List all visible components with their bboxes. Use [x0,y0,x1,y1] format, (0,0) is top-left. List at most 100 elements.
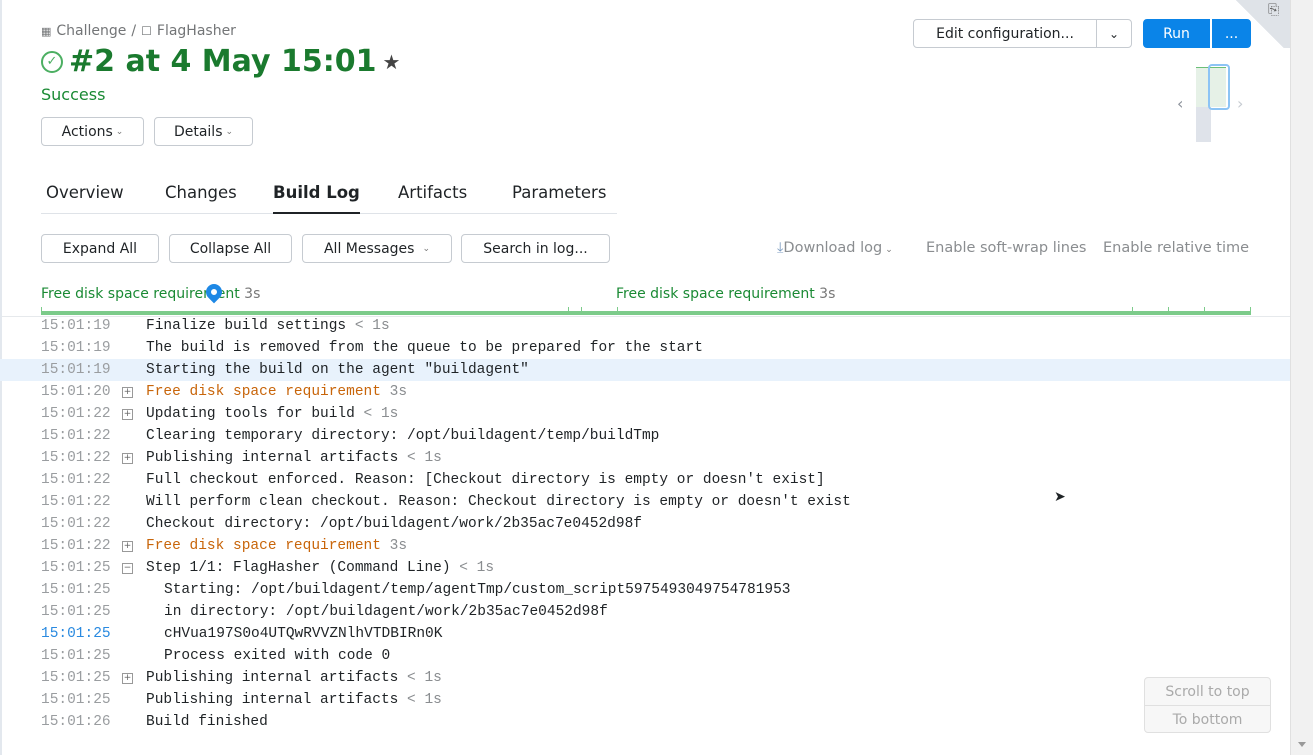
log-message: Updating tools for build < 1s [146,403,398,425]
expand-icon[interactable]: + [122,673,133,684]
log-line[interactable]: 15:01:26 Build finished [0,711,1290,733]
timeline-stage-duration: 3s [819,286,836,302]
log-line[interactable]: 15:01:25 Starting: /opt/buildagent/temp/a… [0,579,1290,601]
log-message-text: Checkout directory: /opt/buildagent/work… [146,516,642,532]
search-in-log-button[interactable]: Search in log... [461,234,610,263]
log-duration: 3s [380,384,408,400]
log-message: Starting the build on the agent "buildag… [146,359,529,381]
log-message-text: Starting the build on the agent "buildag… [146,362,529,378]
log-line[interactable]: 15:01:20 + Free disk space requirement 3s [0,381,1290,403]
expand-icon[interactable]: + [122,387,133,398]
expand-all-button[interactable]: Expand All [41,234,159,263]
log-line[interactable]: 15:01:25 Publishing internal artifacts < … [0,689,1290,711]
panel-icon[interactable]: ⎘ [1268,2,1279,18]
log-line[interactable]: 15:01:22 Checkout directory: /opt/buildag… [0,513,1290,535]
collapse-all-button[interactable]: Collapse All [169,234,292,263]
log-timestamp: 15:01:25 [41,582,111,598]
download-log-label: Download log [783,240,883,256]
chevron-right-icon[interactable]: › [1237,94,1243,113]
build-history-minimap[interactable] [1196,64,1232,142]
log-duration: < 1s [450,560,495,576]
breadcrumb-separator: / [131,23,137,39]
log-message: in directory: /opt/buildagent/work/2b35a… [164,601,608,623]
chevron-down-icon: ⌄ [885,245,893,255]
timeline-tick [1132,307,1133,313]
soft-wrap-toggle[interactable]: Enable soft-wrap lines [926,240,1086,256]
scroll-down-arrow-icon[interactable] [1298,742,1306,747]
log-message-text: Process exited with code 0 [164,648,391,664]
log-message-text: Build finished [146,714,268,730]
log-timestamp: 15:01:26 [41,714,111,730]
all-messages-dropdown[interactable]: All Messages ⌄ [302,234,452,263]
scroll-buttons: Scroll to top To bottom [1144,677,1271,733]
timeline-stage[interactable]: Free disk space requirement 3s [616,286,835,302]
tab-overview[interactable]: Overview [46,183,124,214]
expand-icon[interactable]: + [122,453,133,464]
run-options-button[interactable]: ... [1212,19,1251,48]
log-timestamp: 15:01:25 [41,626,111,642]
tab-artifacts[interactable]: Artifacts [398,183,467,214]
download-log-link[interactable]: ⤓Download log ⌄ [777,240,893,256]
history-selection[interactable] [1208,64,1230,110]
log-line[interactable]: 15:01:25 + Publishing internal artifacts <… [0,667,1290,689]
chevron-down-icon: ⌄ [1108,26,1120,41]
timeline-tick [1168,307,1169,313]
expand-icon[interactable]: + [122,541,133,552]
tab-parameters[interactable]: Parameters [512,183,606,214]
log-line[interactable]: 15:01:19 Starting the build on the agent … [0,359,1290,381]
actions-label: Actions [61,123,113,140]
log-timestamp: 15:01:25 [41,560,111,576]
log-line[interactable]: 15:01:22 + Updating tools for build < 1s [0,403,1290,425]
log-timeline[interactable]: Free disk space requirement 3s Free disk… [41,280,1251,316]
log-line[interactable]: 15:01:22 + Publishing internal artifacts <… [0,447,1290,469]
breadcrumb-project[interactable]: Challenge [56,23,126,39]
build-status: Success [41,85,106,104]
breadcrumb-config[interactable]: FlagHasher [157,23,236,39]
log-timestamp: 15:01:22 [41,472,111,488]
log-line[interactable]: 15:01:22 + Free disk space requirement 3s [0,535,1290,557]
build-title: ✓ #2 at 4 May 15:01 ★ [41,44,400,79]
log-message: Checkout directory: /opt/buildagent/work… [146,513,642,535]
timeline-tick [1250,307,1251,313]
timeline-tick [1204,307,1205,313]
log-line[interactable]: 15:01:22 Full checkout enforced. Reason: … [0,469,1290,491]
page-title: #2 at 4 May 15:01 [69,44,377,79]
log-message: Full checkout enforced. Reason: [Checkou… [146,469,825,491]
star-icon[interactable]: ★ [382,50,400,74]
log-timestamp: 15:01:25 [41,648,111,664]
log-line[interactable]: 15:01:19 Finalize build settings < 1s [0,315,1290,337]
log-line[interactable]: 15:01:22 Will perform clean checkout. Rea… [0,491,1290,513]
chevron-left-icon[interactable]: ‹ [1177,94,1183,113]
scroll-to-top-button[interactable]: Scroll to top [1145,678,1270,706]
collapse-icon[interactable]: − [122,563,133,574]
log-line[interactable]: 15:01:22 Clearing temporary directory: /o… [0,425,1290,447]
relative-time-toggle[interactable]: Enable relative time [1103,240,1249,256]
log-line[interactable]: 15:01:25 in directory: /opt/buildagent/wo… [0,601,1290,623]
edit-configuration-button[interactable]: Edit configuration... [913,19,1097,48]
tab-build-log[interactable]: Build Log [273,183,360,214]
success-check-icon: ✓ [41,50,63,73]
log-line[interactable]: 15:01:25 Process exited with code 0 [0,645,1290,667]
log-duration: < 1s [398,670,442,686]
scroll-to-bottom-button[interactable]: To bottom [1145,706,1270,734]
log-line[interactable]: 15:01:19 The build is removed from the qu… [0,337,1290,359]
log-duration: < 1s [398,450,442,466]
tab-changes[interactable]: Changes [165,183,237,214]
details-button[interactable]: Details ⌄ [154,117,253,146]
expand-icon[interactable]: + [122,409,133,420]
log-message: Publishing internal artifacts < 1s [146,689,442,711]
run-button[interactable]: Run [1143,19,1210,48]
page-scrollbar[interactable] [1290,0,1313,755]
timeline-tick [41,307,42,313]
edit-configuration-dropdown[interactable]: ⌄ [1096,19,1132,48]
log-line[interactable]: 15:01:25− Step 1/1: FlagHasher (Command L… [0,557,1290,579]
log-duration: < 1s [398,692,442,708]
actions-button[interactable]: Actions ⌄ [41,117,144,146]
timeline-stage[interactable]: Free disk space requirement 3s [41,286,260,302]
timeline-tick [617,307,618,313]
history-bar[interactable] [1196,107,1211,142]
log-message-text: Updating tools for build [146,406,355,422]
log-line[interactable]: 15:01:25 cHVua197S0o4UTQwRVVZNlhVTDBIRn0K [0,623,1290,645]
log-timestamp: 15:01:22 [41,450,111,466]
config-icon: ☐ [141,24,152,38]
